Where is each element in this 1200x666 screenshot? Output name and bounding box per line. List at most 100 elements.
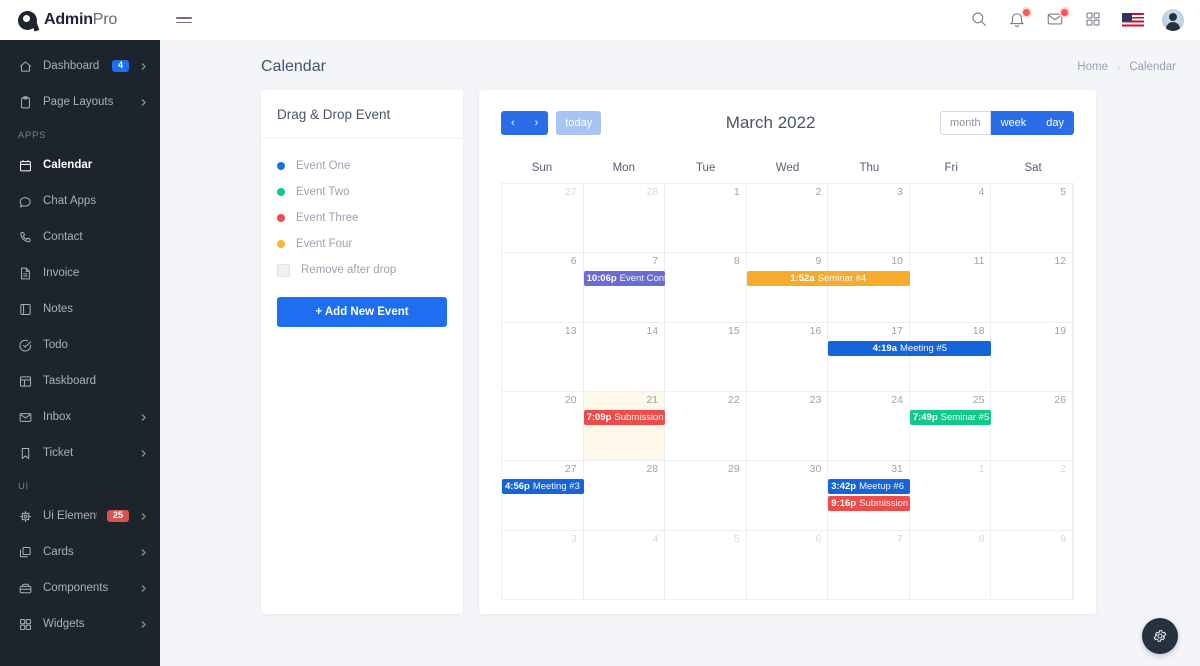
calendar-day-number: 3: [897, 186, 903, 198]
calendar-day-cell[interactable]: 28: [584, 461, 666, 530]
calendar-day-cell[interactable]: 12: [991, 253, 1074, 322]
calendar-day-cell[interactable]: 8: [910, 530, 992, 599]
calendar-day-cell[interactable]: 4: [910, 184, 992, 253]
calendar-day-cell[interactable]: 30: [747, 461, 829, 530]
calendar-event[interactable]: 9:16p Submission :: [828, 496, 910, 512]
calendar-day-cell[interactable]: 23: [747, 391, 829, 461]
calendar-day-cell[interactable]: 24: [828, 391, 910, 461]
sidebar-item-todo[interactable]: Todo: [0, 327, 160, 363]
calendar-day-cell[interactable]: 1: [910, 461, 992, 530]
calendar-day-cell[interactable]: 2: [747, 184, 829, 253]
calendar-day-cell[interactable]: 20: [502, 391, 584, 461]
bell-icon[interactable]: [1008, 7, 1032, 30]
draggable-event[interactable]: Event One: [277, 153, 447, 179]
calendar-day-cell[interactable]: 9: [991, 530, 1074, 599]
sidebar-item-notes[interactable]: Notes: [0, 291, 160, 327]
calendar-day-number: 22: [728, 393, 740, 406]
calendar-event[interactable]: 4:19a Meeting #5: [828, 340, 992, 356]
calendar-day-number: 26: [1054, 393, 1067, 406]
calendar-day-cell[interactable]: 18: [910, 322, 992, 391]
calendar-week-row: 20 21 22 23 24 25 26 7:09p Submission 7:49p Semina…: [502, 391, 1074, 462]
remove-after-drop-row[interactable]: Remove after drop: [277, 257, 447, 283]
sidebar-item-ui-elements[interactable]: Ui Elements 25: [0, 498, 160, 534]
calendar-day-cell[interactable]: 17: [828, 322, 910, 391]
remove-after-drop-checkbox[interactable]: [277, 263, 290, 277]
calendar-prev-button[interactable]: ‹: [501, 111, 525, 135]
avatar[interactable]: [1162, 9, 1184, 31]
sidebar-item-page-layouts[interactable]: Page Layouts: [0, 84, 160, 120]
calendar-day-cell[interactable]: 10: [828, 253, 910, 322]
language-flag-icon[interactable]: [1122, 12, 1144, 28]
calendar-day-cell[interactable]: 5: [665, 530, 747, 599]
sidebar-item-taskboard[interactable]: Taskboard: [0, 363, 160, 399]
envelope-icon[interactable]: [1046, 7, 1070, 30]
calendar-day-number: 27: [564, 463, 577, 476]
calendar-event-title: Submission: [614, 411, 664, 423]
calendar-event[interactable]: 4:56p Meeting #3: [502, 479, 584, 495]
sidebar-item-cards[interactable]: Cards: [0, 534, 160, 570]
calendar-view-month[interactable]: month: [939, 111, 991, 135]
sidebar-item-contact[interactable]: Contact: [0, 219, 160, 255]
hamburger-line: [176, 16, 192, 19]
calendar-day-cell[interactable]: 7: [828, 530, 910, 599]
calendar-day-cell[interactable]: 16: [747, 322, 829, 391]
calendar-day-cell[interactable]: 8: [665, 253, 747, 322]
calendar-day-cell[interactable]: 21: [583, 391, 666, 461]
search-icon[interactable]: [970, 10, 990, 30]
calendar-day-cell[interactable]: 4: [584, 530, 666, 599]
calendar-day-cell[interactable]: 3: [502, 530, 584, 599]
calendar-day-cell[interactable]: 27: [502, 184, 584, 253]
settings-gear-icon[interactable]: [1142, 618, 1178, 654]
brand-logo[interactable]: AdminPro: [0, 10, 160, 30]
sidebar-item-calendar[interactable]: Calendar: [0, 147, 160, 183]
calendar-day-cell[interactable]: 2: [991, 461, 1074, 530]
sidebar-item-inbox[interactable]: Inbox: [0, 399, 160, 435]
add-new-event-button[interactable]: + Add New Event: [277, 297, 447, 327]
calendar-day-cell[interactable]: 28: [584, 184, 666, 253]
grid-apps-icon[interactable]: [1084, 10, 1104, 30]
document-icon: [18, 266, 33, 281]
calendar-day-cell[interactable]: 5: [991, 184, 1074, 253]
calendar-day-cell[interactable]: 11: [910, 253, 992, 322]
calendar-today-button[interactable]: today: [556, 111, 602, 135]
calendar-event[interactable]: 7:09p Submission: [583, 409, 666, 425]
calendar-day-cell[interactable]: 27: [502, 461, 584, 530]
breadcrumb-home[interactable]: Home: [1077, 61, 1108, 73]
calendar-view-week[interactable]: week: [990, 111, 1037, 135]
calendar-day-cell[interactable]: 1: [665, 184, 747, 253]
calendar-day-cell[interactable]: 15: [665, 322, 747, 391]
calendar-view-day[interactable]: day: [1036, 111, 1074, 135]
sidebar-item-dashboard[interactable]: Dashboard 4: [0, 48, 160, 84]
app-root: AdminPro Dashboard 4 Page Layouts APPS C…: [0, 0, 1200, 666]
calendar-event[interactable]: 3:42p Meetup #6: [828, 479, 910, 495]
calendar-next-button[interactable]: ›: [524, 111, 549, 135]
calendar-day-cell[interactable]: 7: [584, 253, 666, 322]
sidebar-item-components[interactable]: Components: [0, 570, 160, 606]
sidebar-item-widgets[interactable]: Widgets: [0, 606, 160, 642]
draggable-event[interactable]: Event Two: [277, 179, 447, 205]
calendar-event[interactable]: 7:49p Seminar #5: [909, 409, 992, 425]
calendar-day-cell[interactable]: 6: [502, 253, 584, 322]
sidebar-item-chat-apps[interactable]: Chat Apps: [0, 183, 160, 219]
calendar-day-cell[interactable]: 26: [991, 391, 1074, 461]
sidebar-toggle-button[interactable]: [176, 10, 196, 30]
calendar-event[interactable]: 1:52a Seminar #4: [746, 271, 910, 287]
sidebar-item-ticket[interactable]: Ticket: [0, 435, 160, 471]
calendar-day-cell[interactable]: 13: [502, 322, 584, 391]
calendar-day-cell[interactable]: 25: [910, 391, 992, 461]
calendar-day-cell[interactable]: 22: [665, 391, 747, 461]
calendar-day-cell[interactable]: 19: [991, 322, 1074, 391]
sidebar-item-invoice[interactable]: Invoice: [0, 255, 160, 291]
draggable-event[interactable]: Event Four: [277, 231, 447, 257]
calendar-day-cell[interactable]: 14: [584, 322, 666, 391]
draggable-event[interactable]: Event Three: [277, 205, 447, 231]
calendar-day-cell[interactable]: 29: [665, 461, 747, 530]
calendar-day-number: 28: [646, 463, 659, 476]
calendar-day-cell[interactable]: 9: [747, 253, 829, 322]
calendar-event[interactable]: 10:06p Event Conf: [583, 271, 666, 287]
sidebar-item-label: Contact: [43, 231, 83, 243]
sidebar-group-ui: Ui Elements 25 Cards Components Widgets: [0, 498, 160, 642]
calendar-day-cell[interactable]: 3: [828, 184, 910, 253]
calendar-event-time: 7:49p: [912, 411, 938, 423]
calendar-day-cell[interactable]: 6: [747, 530, 829, 599]
